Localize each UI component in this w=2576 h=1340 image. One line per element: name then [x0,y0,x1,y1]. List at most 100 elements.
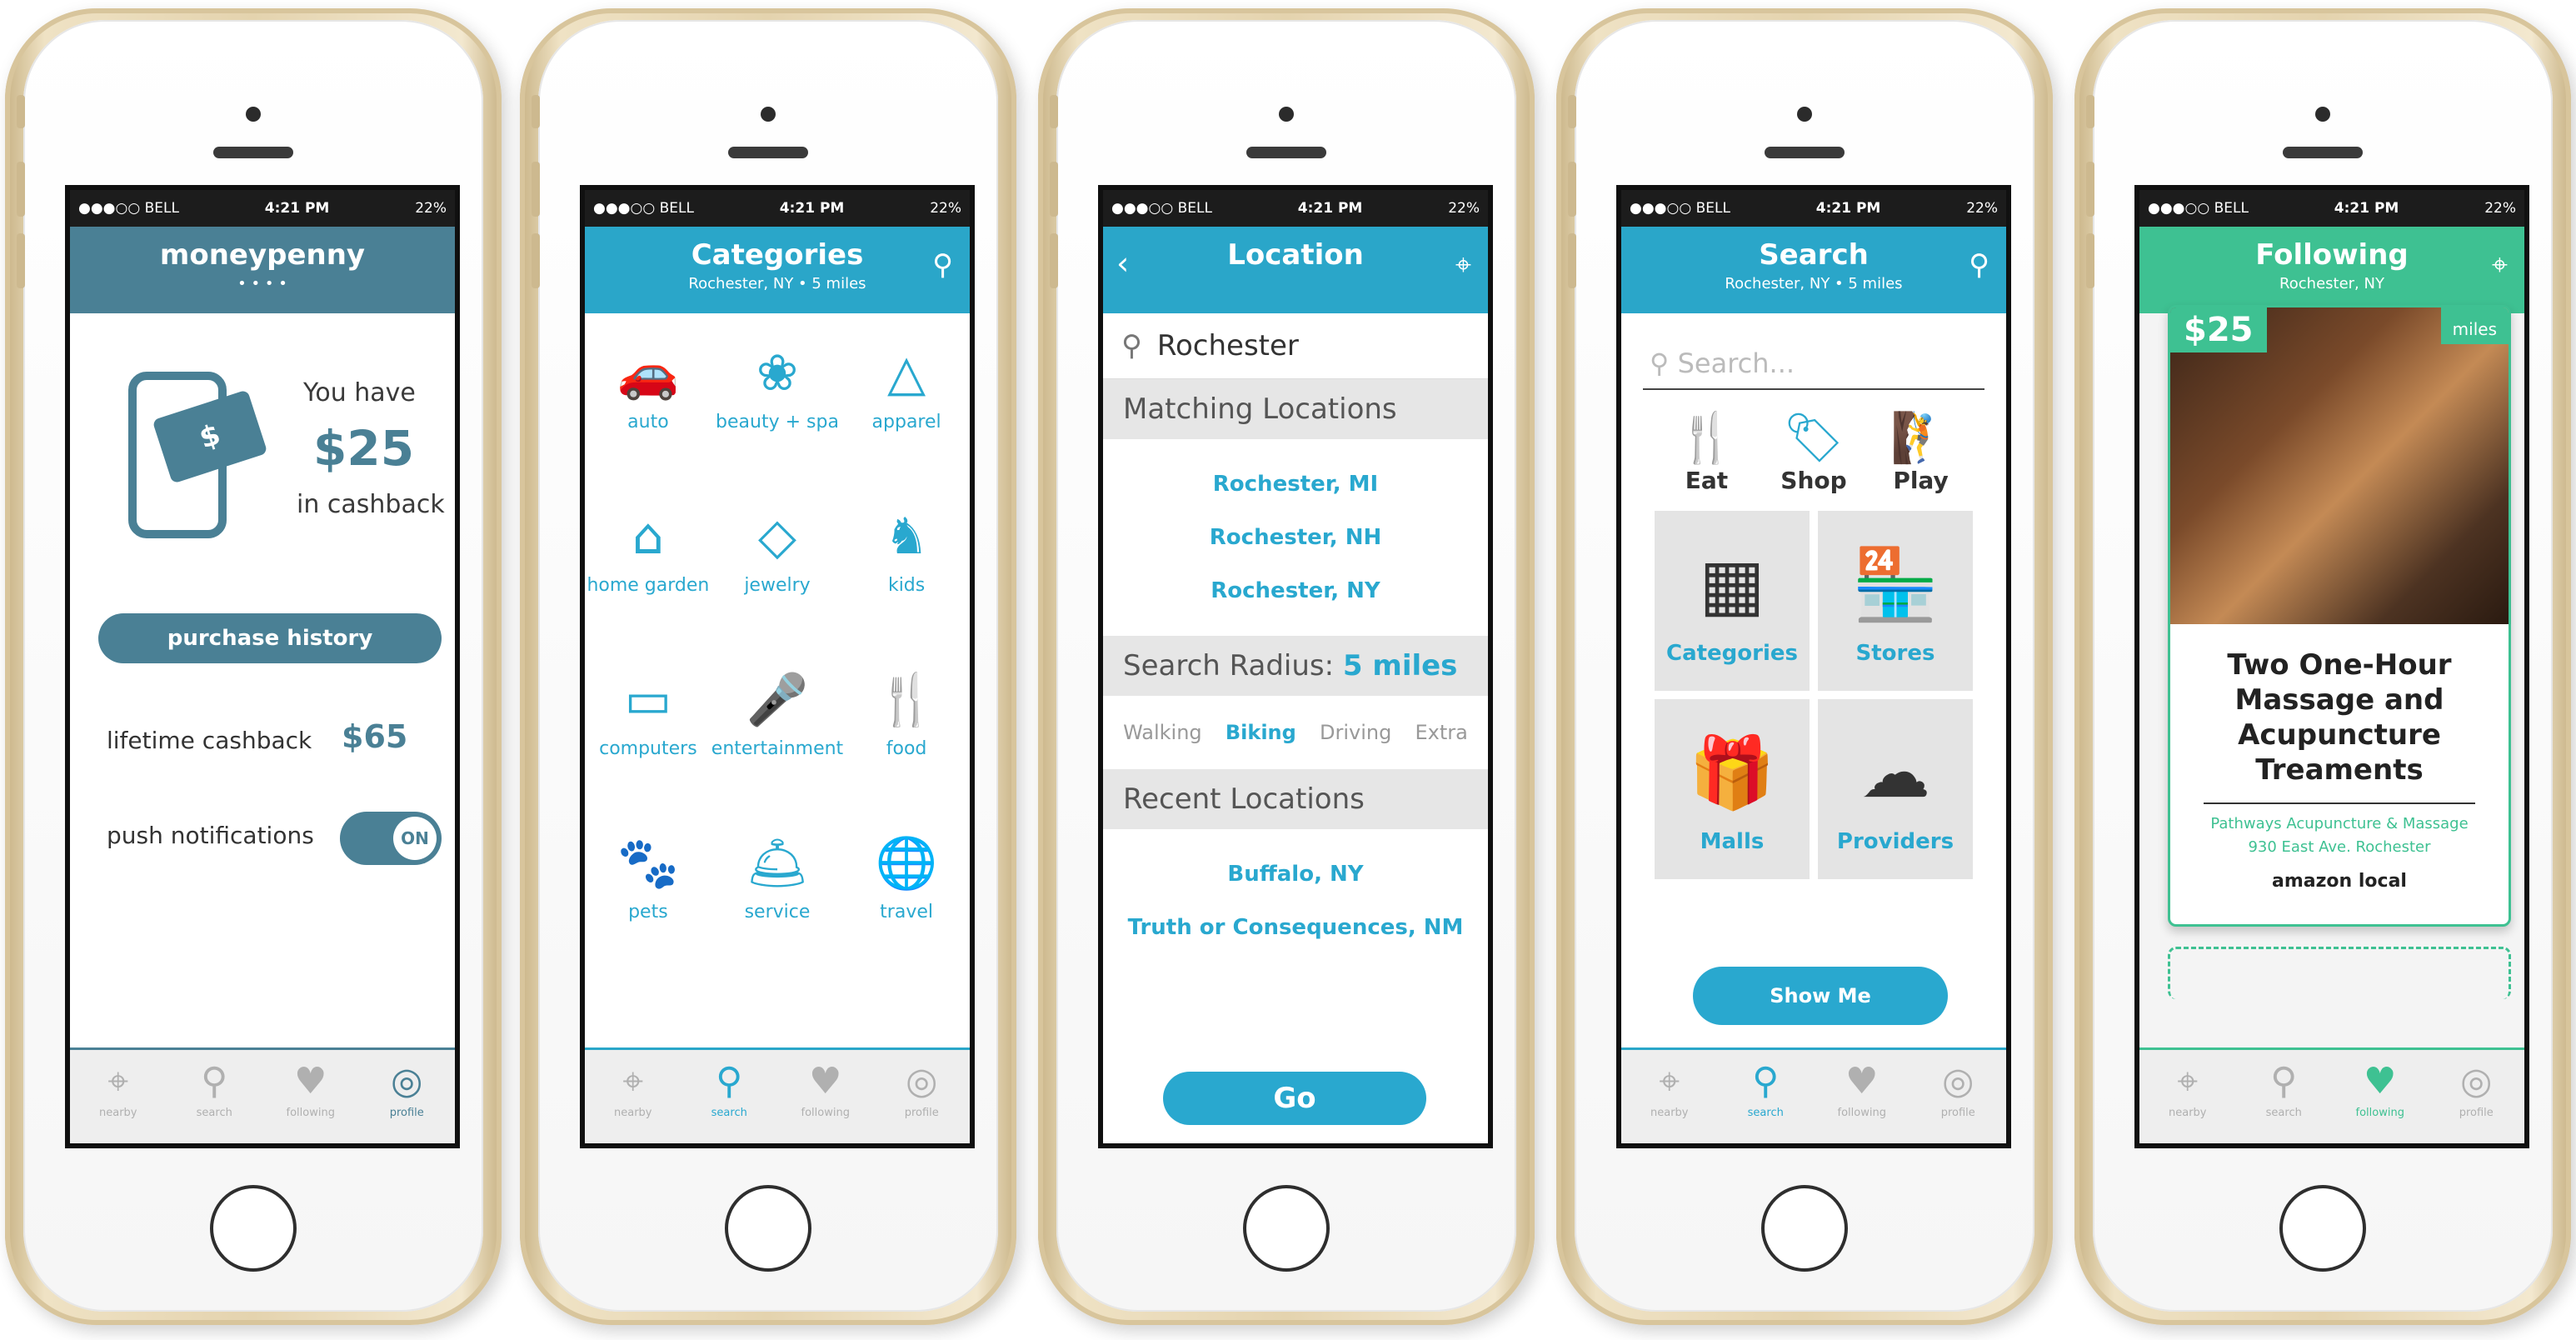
tile-categories[interactable]: ▦ Categories [1655,511,1810,691]
clock: 4:21 PM [1297,200,1363,217]
travel-mode-selector: Walking Biking Driving Extra [1103,696,1488,769]
back-chevron-icon[interactable]: ‹ [1116,245,1129,282]
category-label: auto [627,412,669,432]
tab-search[interactable]: ⚲ search [681,1050,778,1143]
location-result[interactable]: Rochester, MI [1103,458,1488,511]
heart-icon: ♥ [809,1060,842,1102]
header: Search Rochester, NY • 5 miles ⚲ [1621,227,2006,313]
carrier: ●●●○○ BELL [1630,200,1730,217]
purchase-history-button[interactable]: purchase history [98,613,442,663]
tab-label: profile [2459,1107,2494,1119]
category-service[interactable]: 🛎 service [711,833,843,997]
filter-eat[interactable]: 🍴 Eat [1676,408,1736,494]
mode-walking[interactable]: Walking [1123,721,1202,744]
filter-label: Eat [1685,467,1729,494]
home-button [1761,1185,1848,1272]
battery: 22% [2484,200,2516,217]
recent-location[interactable]: Buffalo, NY [1103,848,1488,901]
header: Categories Rochester, NY • 5 miles ⚲ [585,227,970,313]
volume-up-button [532,162,540,217]
speaker [1765,147,1845,158]
carrier: ●●●○○ BELL [593,200,694,217]
mode-extra[interactable]: Extra [1415,721,1468,744]
tab-profile[interactable]: ◎ profile [874,1050,971,1143]
clock: 4:21 PM [1815,200,1881,217]
tab-following[interactable]: ♥ following [777,1050,874,1143]
tile-malls[interactable]: 🎁 Malls [1655,699,1810,879]
cloud-icon: ☁ [1860,732,1930,813]
tab-profile[interactable]: ◎ profile [1910,1050,2007,1143]
clock: 4:21 PM [2334,200,2399,217]
tile-providers[interactable]: ☁ Providers [1818,699,1973,879]
deal-price: $25 [2170,308,2267,352]
category-entertainment[interactable]: 🎤 entertainment [711,670,843,833]
tab-following[interactable]: ♥ following [262,1050,359,1143]
category-label: service [744,902,811,922]
tab-following[interactable]: ♥ following [1814,1050,1910,1143]
tab-nearby[interactable]: ⌖ nearby [70,1050,167,1143]
crosshair-icon[interactable]: ⌖ [2492,248,2508,282]
category-label: travel [880,902,933,922]
tab-search[interactable]: ⚲ search [1718,1050,1815,1143]
filter-play[interactable]: 🧗 Play [1890,408,1950,494]
mode-driving[interactable]: Driving [1320,721,1391,744]
tab-profile[interactable]: ◎ profile [359,1050,456,1143]
category-jewelry[interactable]: ◇ jewelry [711,507,843,670]
location-search-input[interactable]: ⚲ Rochester [1103,313,1488,379]
tab-following[interactable]: ♥ following [2332,1050,2429,1143]
tab-nearby[interactable]: ⌖ nearby [1621,1050,1718,1143]
category-apparel[interactable]: △ apparel [843,343,970,507]
category-home-garden[interactable]: ⌂ home garden [585,507,711,670]
radius-value[interactable]: 5 miles [1343,649,1458,682]
go-button[interactable]: Go [1163,1072,1426,1125]
category-pets[interactable]: 🐾 pets [585,833,711,997]
lifetime-cashback-label: lifetime cashback [107,727,312,754]
category-food[interactable]: 🍴 food [843,670,970,833]
category-auto[interactable]: 🚗 auto [585,343,711,507]
category-label: pets [628,902,668,922]
tab-label: nearby [614,1107,652,1119]
location-pin-icon: ⌖ [107,1060,129,1102]
profile-content: $ You have $25 in cashback purchase hist… [70,313,455,1050]
camera [761,107,776,122]
location-pin-icon[interactable]: ⚲ [932,248,953,282]
tab-search[interactable]: ⚲ search [2236,1050,2333,1143]
search-icon: ⚲ [2270,1060,2298,1102]
status-bar: ●●●○○ BELL 4:21 PM 22% [2139,190,2524,227]
category-beauty-spa[interactable]: ❀ beauty + spa [711,343,843,507]
deal-card[interactable]: $25 miles Two One-Hour Massage and Acupu… [2168,305,2511,927]
tab-profile[interactable]: ◎ profile [2429,1050,2525,1143]
heart-icon: ♥ [294,1060,327,1102]
tab-search[interactable]: ⚲ search [167,1050,263,1143]
mode-biking[interactable]: Biking [1226,721,1296,744]
radius-label: Search Radius: [1123,649,1335,682]
status-bar: ●●●○○ BELL 4:21 PM 22% [70,190,455,227]
volume-down-button [2086,233,2094,288]
camera [1279,107,1294,122]
tab-bar: ⌖ nearby ⚲ search ♥ following ◎ profile [2139,1048,2524,1143]
push-notifications-toggle[interactable]: ON [340,812,442,865]
filter-shop[interactable]: 🏷 Shop [1780,408,1846,494]
category-computers[interactable]: ▭ computers [585,670,711,833]
location-result[interactable]: Rochester, NY [1103,564,1488,618]
speaker [1246,147,1326,158]
mute-switch [1568,95,1576,128]
crosshair-icon[interactable]: ⌖ [1455,248,1471,282]
recent-location[interactable]: Truth or Consequences, NM [1103,901,1488,954]
category-travel[interactable]: 🌐 travel [843,833,970,997]
you-have-label: You have [303,378,416,408]
location-content: ⚲ Rochester Matching Locations Rochester… [1103,313,1488,1143]
tab-nearby[interactable]: ⌖ nearby [2139,1050,2236,1143]
home-button [1243,1185,1330,1272]
hanger-icon: △ [887,344,926,402]
category-kids[interactable]: ♞ kids [843,507,970,670]
search-input[interactable]: ⚲ Search... [1643,338,1984,390]
tab-label: profile [389,1107,424,1119]
screen-location: ●●●○○ BELL 4:21 PM 22% ‹ Location ⌖ ⚲ Ro… [1098,185,1493,1148]
show-me-button[interactable]: Show Me [1693,967,1948,1025]
header: moneypenny • • • • [70,227,455,313]
location-pin-icon[interactable]: ⚲ [1969,248,1989,282]
tab-nearby[interactable]: ⌖ nearby [585,1050,681,1143]
tile-stores[interactable]: 🏪 Stores [1818,511,1973,691]
location-result[interactable]: Rochester, NH [1103,511,1488,564]
